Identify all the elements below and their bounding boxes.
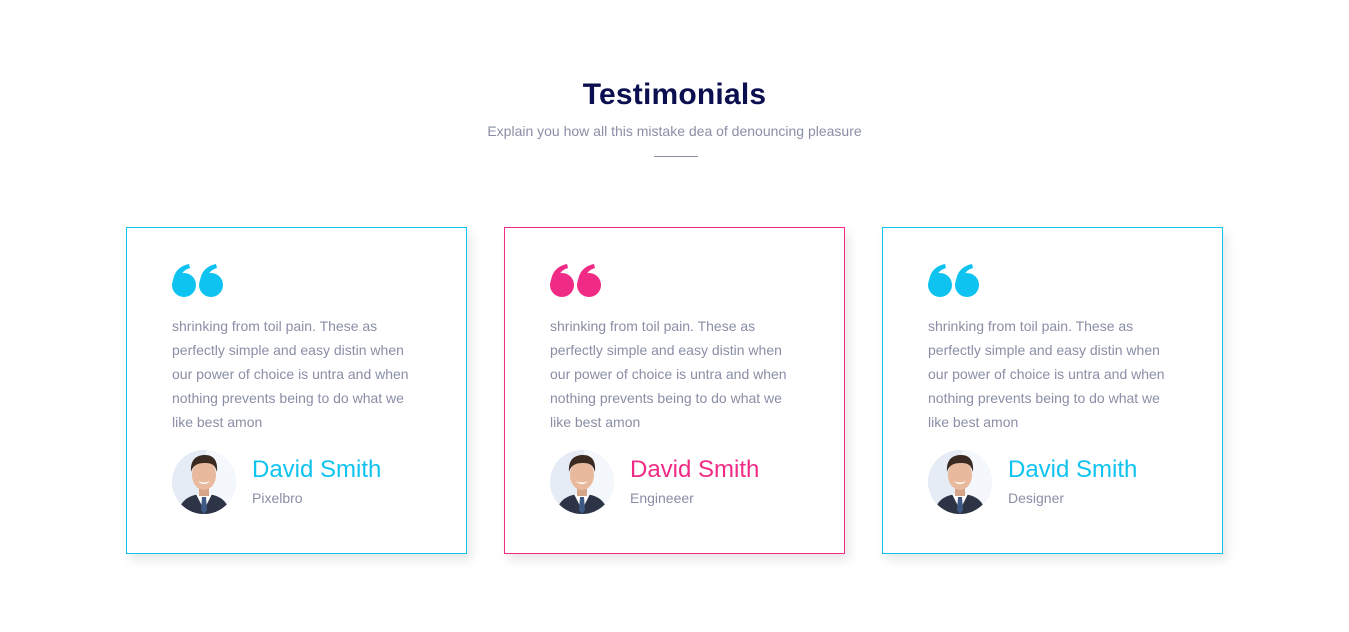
quote-icon [550, 264, 601, 297]
testimonial-card: shrinking from toil pain. These as perfe… [126, 227, 467, 554]
testimonial-card: shrinking from toil pain. These as perfe… [882, 227, 1223, 554]
testimonials-section: Testimonials Explain you how all this mi… [0, 0, 1349, 632]
section-subtitle: Explain you how all this mistake dea of … [487, 123, 862, 139]
testimonial-text: shrinking from toil pain. These as perfe… [172, 318, 409, 430]
author-name: David Smith [1008, 456, 1138, 483]
author-name: David Smith [630, 456, 760, 483]
avatar [928, 450, 992, 514]
title-divider [654, 156, 698, 157]
author-role: Pixelbro [252, 490, 303, 506]
section-title: Testimonials [582, 78, 767, 111]
quote-icon [928, 264, 979, 297]
author-role: Engineeer [630, 490, 694, 506]
testimonial-card: shrinking from toil pain. These as perfe… [504, 227, 845, 554]
testimonial-text: shrinking from toil pain. These as perfe… [928, 318, 1165, 430]
author-role: Designer [1008, 490, 1065, 506]
testimonial-text: shrinking from toil pain. These as perfe… [550, 318, 787, 430]
author-name: David Smith [252, 456, 382, 483]
quote-icon [172, 264, 223, 297]
avatar [172, 450, 236, 514]
avatar [550, 450, 614, 514]
